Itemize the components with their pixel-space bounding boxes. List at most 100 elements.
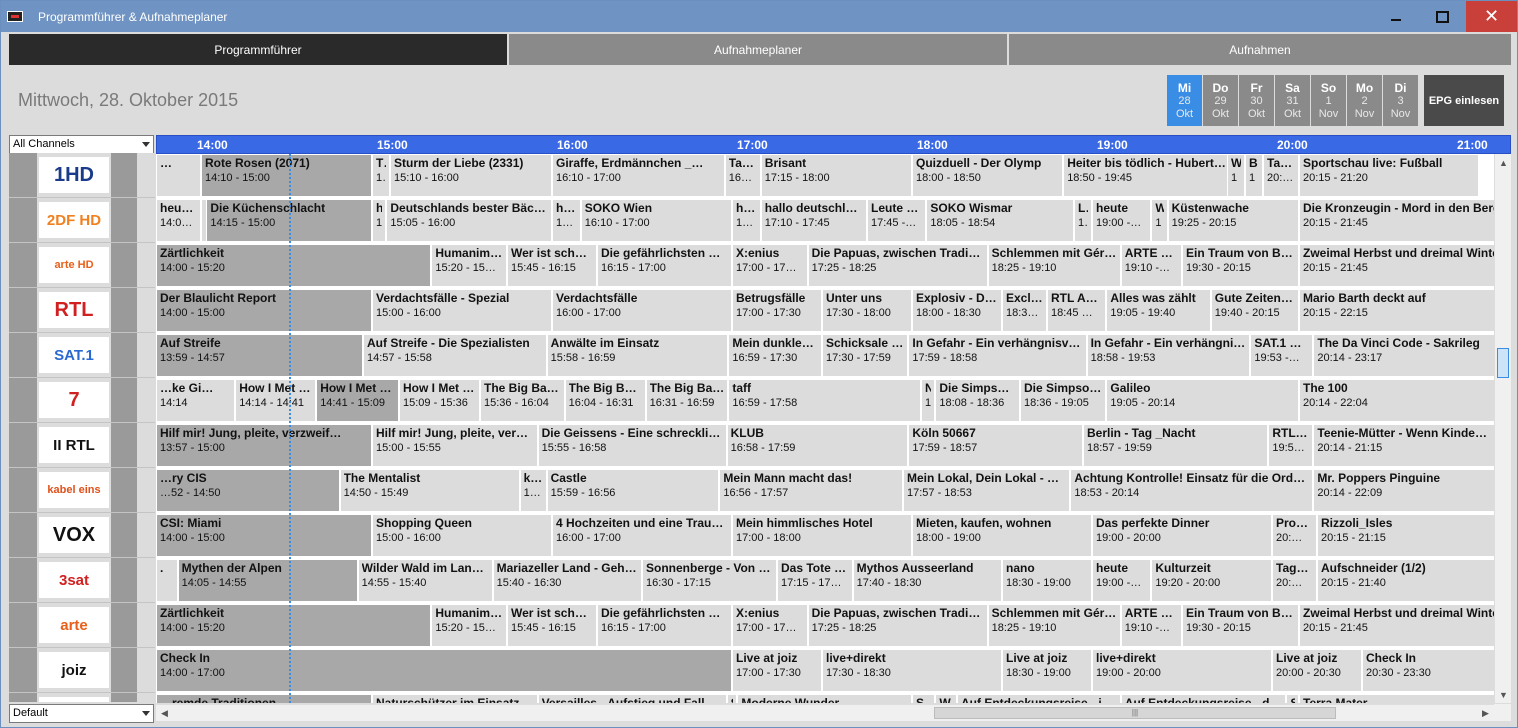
program-cell[interactable]: Tag… 20:… [1272,559,1317,602]
channel-row[interactable]: VOX [9,513,155,558]
program-cell[interactable]: Humanim… 15:20 - 15… [431,244,507,287]
program-cell[interactable]: Versailles - Aufstieg und Fall [537,694,727,703]
minimize-icon[interactable] [1372,1,1419,32]
channel-row[interactable]: kabel eins [9,468,155,513]
channel-row[interactable]: 2DF HD [9,198,155,243]
program-cell[interactable]: T… 1… [372,154,390,197]
program-cell[interactable]: Mythen der Alpen 14:05 - 14:55 [177,559,358,602]
program-cell[interactable]: Alles was zählt 19:05 - 19:40 [1106,289,1211,332]
program-cell[interactable]: heute 19:00 -… [1092,199,1152,242]
program-cell[interactable]: Die Papuas, zwischen Traditi… 17:25 - 18:… [807,604,988,647]
horizontal-scroll-thumb[interactable]: ||| [934,707,1336,719]
tab-aufnahmen[interactable]: Aufnahmen [1009,34,1511,65]
program-cell[interactable]: Rote Rosen (2071) 14:10 - 15:00 [201,154,372,197]
program-cell[interactable]: SAT.1 N… 19:53 -… [1250,334,1314,377]
channel-row[interactable]: Servus [9,693,155,702]
vertical-scroll-thumb[interactable] [1497,348,1509,378]
program-cell[interactable]: L… 1… [1074,199,1092,242]
program-cell[interactable]: Hilf mir! Jung, pleite, verz… 15:00 - 15:… [372,424,538,467]
program-cell[interactable]: Auf Entdeckungsreise - durc… [1120,694,1287,703]
program-cell[interactable]: How I Met … 14:41 - 15:09 [316,379,399,422]
program-cell[interactable]: Live at joiz 20:00 - 20:30 [1272,649,1362,692]
channel-row[interactable]: 3sat [9,558,155,603]
horizontal-scrollbar[interactable]: ◀ ||| ▶ [156,704,1494,721]
program-cell[interactable]: Rizzoli_Isles 20:15 - 21:15 [1317,514,1494,557]
program-cell[interactable]: Küstenwache 19:25 - 20:15 [1167,199,1299,242]
program-cell[interactable]: Naturschützer im Einsatz [372,694,538,703]
program-cell[interactable]: Schlemmen mit Gér… 18:25 - 19:10 [987,244,1121,287]
day-button-fr[interactable]: Fr 30 Okt [1239,75,1274,126]
program-cell[interactable]: Sonnenberge - Von … 16:30 - 17:15 [642,559,777,602]
program-cell[interactable]: W… [935,694,957,703]
program-cell[interactable]: hallo deutschla… 17:10 - 17:45 [760,199,867,242]
program-cell[interactable]: h… 1… [552,199,581,242]
program-cell[interactable]: Excl… 18:3… [1002,289,1047,332]
program-cell[interactable]: Check In 20:30 - 23:30 [1362,649,1494,692]
program-cell[interactable]: N…1… [921,379,936,422]
program-cell[interactable]: Mein Lokal, Dein Lokal - W… 17:57 - 18:53 [903,469,1071,512]
program-cell[interactable]: heute 19:00 -… [1092,559,1152,602]
program-cell[interactable]: Die Kronzeugin - Mord in den Bergen 20:15… [1299,199,1494,242]
program-cell[interactable]: Giraffe, Erdmännchen _… 16:10 - 17:00 [552,154,725,197]
program-cell[interactable]: Galileo 19:05 - 20:14 [1106,379,1299,422]
program-cell[interactable]: Mieten, kaufen, wohnen 18:00 - 19:00 [912,514,1092,557]
channel-row[interactable]: 1HD [9,153,155,198]
program-cell[interactable]: W1 [1151,199,1168,242]
program-cell[interactable]: B1 [1245,154,1263,197]
channel-row[interactable]: arte HD [9,243,155,288]
program-cell[interactable]: The Big Ba… 15:36 - 16:04 [480,379,565,422]
program-cell[interactable]: Mr. Poppers Pinguine 20:14 - 22:09 [1313,469,1494,512]
program-cell[interactable]: Der Blaulicht Report 14:00 - 15:00 [156,289,372,332]
program-cell[interactable]: ARTE J… 19:10 -… [1120,604,1182,647]
day-button-mi[interactable]: Mi 28 Okt [1167,75,1202,126]
program-cell[interactable]: Ein Traum von Baum… 19:30 - 20:15 [1182,604,1299,647]
program-cell[interactable]: Die Papuas, zwischen Traditi… 17:25 - 18:… [807,244,988,287]
program-cell[interactable]: SOKO Wismar 18:05 - 18:54 [926,199,1074,242]
day-button-do[interactable]: Do 29 Okt [1203,75,1238,126]
program-cell[interactable]: Pro… 20:… [1272,514,1317,557]
program-cell[interactable]: W1 [1227,154,1245,197]
program-cell[interactable]: In Gefahr - Ein verhängni… 18:58 - 19:53 [1086,334,1251,377]
program-cell[interactable]: Die Simpsons 18:36 - 19:05 [1020,379,1107,422]
program-cell[interactable]: Mariazeller Land - Geh… 15:40 - 16:30 [492,559,642,602]
program-cell[interactable]: Tag… 20:0… [1263,154,1299,197]
close-icon[interactable]: ✕ [1466,1,1517,32]
program-cell[interactable]: RTL … 19:5… [1268,424,1314,467]
vertical-scrollbar[interactable]: ▲ ▼ [1494,154,1511,703]
maximize-icon[interactable] [1419,1,1466,32]
program-cell[interactable]: How I Met … 15:09 - 15:36 [399,379,480,422]
program-cell[interactable]: 4 Hochzeiten und eine Trau… 16:00 - 17:00 [552,514,732,557]
program-cell[interactable]: Das Tote … 17:15 - 17… [777,559,853,602]
program-cell[interactable]: …remde Traditionen [156,694,372,703]
program-cell[interactable]: SOKO Wien 16:10 - 17:00 [580,199,732,242]
program-cell[interactable]: Auf Streife 13:59 - 14:57 [156,334,363,377]
program-cell[interactable]: Wilder Wald im Land… 14:55 - 15:40 [357,559,493,602]
program-cell[interactable]: S [726,694,738,703]
program-cell[interactable]: KLUB 16:58 - 17:59 [726,424,909,467]
program-cell[interactable]: Zweimal Herbst und dreimal Winter 20:15 -… [1299,604,1494,647]
program-cell[interactable]: Verdachtsfälle - Spezial 15:00 - 16:00 [372,289,552,332]
program-cell[interactable]: Moderne Wunder [737,694,912,703]
program-cell[interactable]: Brisant 17:15 - 18:00 [760,154,912,197]
program-cell[interactable]: Teenie-Mütter - Wenn Kinde… 20:14 - 21:15 [1313,424,1494,467]
program-cell[interactable]: Mein dunkle… 16:59 - 17:30 [728,334,822,377]
day-button-so[interactable]: So 1 Nov [1311,75,1346,126]
scroll-right-icon[interactable]: ▶ [1477,705,1494,722]
program-cell[interactable]: Die Geissens - Eine schrecklic… 15:55 - 1… [537,424,727,467]
program-cell[interactable]: Sportschau live: Fußball 20:15 - 21:20 [1299,154,1479,197]
program-cell[interactable]: Verdachtsfälle 16:00 - 17:00 [552,289,732,332]
program-cell[interactable]: The 100 20:14 - 22:04 [1299,379,1494,422]
program-cell[interactable]: Tag… 16… [724,154,761,197]
program-cell[interactable]: Schicksale -… 17:30 - 17:59 [822,334,909,377]
program-cell[interactable]: Live at joiz 17:00 - 17:30 [732,649,822,692]
program-cell[interactable]: Live at joiz 18:30 - 19:00 [1002,649,1092,692]
program-cell[interactable]: The Mentalist 14:50 - 15:49 [339,469,520,512]
program-cell[interactable]: Unter uns 17:30 - 18:00 [822,289,912,332]
program-cell[interactable]: Mein Mann macht das! 16:56 - 17:57 [719,469,903,512]
program-cell[interactable]: Achtung Kontrolle! Einsatz für die Ordnu… [1070,469,1314,512]
scroll-left-icon[interactable]: ◀ [156,705,173,722]
program-cell[interactable]: h1 [372,199,387,242]
program-cell[interactable]: Humanim… 15:20 - 15… [431,604,507,647]
channel-row[interactable]: RTL [9,288,155,333]
program-cell[interactable]: RTL A… 18:45 … [1047,289,1107,332]
